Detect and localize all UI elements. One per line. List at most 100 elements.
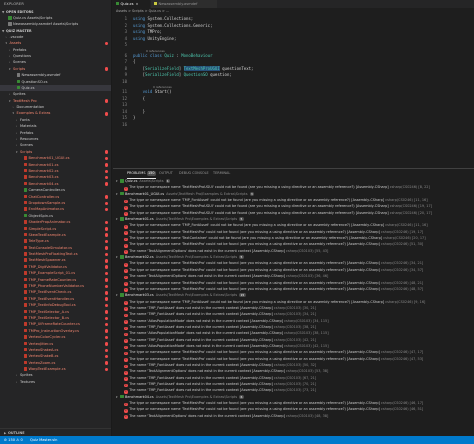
problem-message: The name 'TMP_FontAsset' does not exist … xyxy=(129,337,273,342)
line-number: 2 xyxy=(124,22,127,28)
tree-item-label: Newassembly.asmdef xyxy=(21,73,61,78)
problem-location: [47, 53] xyxy=(409,356,424,361)
tree-item-label: CameraController.cs xyxy=(28,188,65,193)
problem-message: The type or namespace name 'TextMeshProU… xyxy=(129,204,389,209)
error-dot-icon xyxy=(104,233,108,237)
tree-item-label: TextConsoleSimulator.cs xyxy=(28,245,73,250)
tab-output[interactable]: OUTPUT xyxy=(159,169,173,178)
problem-location: [46, 51] xyxy=(409,407,424,412)
tree-item-label: ShaderPropAnimator.cs xyxy=(28,220,71,225)
open-editor-label: Newassembly.asmdef Assets\Scripts xyxy=(13,22,79,27)
tab-quiz-cs[interactable]: Quiz.cs × xyxy=(113,0,150,8)
tree-item-label: SkewTextExample.cs xyxy=(28,232,66,237)
csharp-file-icon xyxy=(23,296,27,301)
error-dot-icon xyxy=(104,169,108,174)
status-bar: ⊘ 150 ⚠ 0 Quiz Master.sln xyxy=(0,436,474,444)
line-number: 8 xyxy=(124,65,127,71)
problem-message: The name 'TextAlignmentOptions' does not… xyxy=(129,274,285,279)
problems-status[interactable]: ⊘ 150 ⚠ 0 xyxy=(4,436,23,444)
code-line: 11 void Start() xyxy=(113,89,474,95)
csharp-file-icon xyxy=(23,322,27,326)
code-token: { xyxy=(133,59,136,64)
tree-item-label: VertexColorCycler.cs xyxy=(28,335,66,340)
tab-terminal[interactable]: TERMINAL xyxy=(213,169,230,178)
solution-status[interactable]: Quiz Master.sln xyxy=(30,436,57,444)
tree-item-label: Prefabs xyxy=(13,47,27,52)
code-editor[interactable]: 1 using System.Collections; 2 using System.… xyxy=(113,15,474,167)
problem-source: csharp(CS0246) xyxy=(389,185,418,190)
error-dot-icon xyxy=(104,201,108,206)
csharp-file-icon xyxy=(23,213,27,218)
problem-source: csharp(CS0246) xyxy=(380,261,409,266)
tree-item-label: TeleType.cs xyxy=(28,239,49,244)
problem-message: The name 'AtlasPopulationMode' does not … xyxy=(129,318,283,323)
tree-item-label: VertexZoom.cs xyxy=(28,360,56,365)
panel-tabs: PROBLEMS 150 OUTPUT DEBUG CONSOLE TERMINA… xyxy=(113,169,474,179)
csharp-file-icon xyxy=(23,226,27,230)
error-dot-icon xyxy=(104,354,108,359)
error-dot-icon xyxy=(104,297,108,301)
close-icon[interactable]: × xyxy=(135,2,138,6)
error-dot-icon xyxy=(104,246,108,250)
code-line: 8 [SerializeField] TextMeshProUGUI quest… xyxy=(113,65,474,72)
tab-debug-console[interactable]: DEBUG CONSOLE xyxy=(179,169,209,178)
csharp-file-icon xyxy=(23,220,27,224)
error-dot-icon xyxy=(104,342,108,346)
problem-message: The type or namespace name 'TextMeshPro'… xyxy=(129,267,380,272)
code-line: 5 xyxy=(113,42,474,48)
problem-message: The type or namespace name 'TMP_FontAsse… xyxy=(129,223,385,228)
tree-item-label: TMP_UiFrameRateCounter.cs xyxy=(28,322,80,327)
open-editor-item[interactable]: Newassembly.asmdef Assets\Scripts xyxy=(0,21,111,27)
error-dot-icon xyxy=(104,227,108,231)
problem-source: csharp(CS0103) xyxy=(286,369,314,374)
tree-item-label: Sprites xyxy=(13,92,26,97)
csharp-file-icon xyxy=(23,175,27,179)
csharp-file-icon xyxy=(16,85,20,90)
problem-count-badge: 1 xyxy=(165,179,171,184)
error-dot-icon xyxy=(104,175,108,180)
editor-tabs: Quiz.cs × Newassembly.asmdef xyxy=(113,0,474,8)
csharp-file-icon xyxy=(116,2,119,5)
csharp-file-icon xyxy=(120,255,124,259)
csharp-file-icon xyxy=(23,347,27,352)
outline-header[interactable]: ▶ OUTLINE xyxy=(0,428,111,436)
folder-item[interactable]: › Textures xyxy=(0,379,111,385)
problem-source: csharp(CS0103) xyxy=(273,312,302,317)
csharp-file-icon xyxy=(23,162,27,167)
csharp-file-icon xyxy=(23,354,27,358)
tree-item-label: Assets xyxy=(9,41,22,46)
problem-file-path: Assets\Scripts xyxy=(139,179,164,183)
error-dot-icon xyxy=(104,259,108,263)
problem-source: csharp(CS0246) xyxy=(385,223,413,228)
problem-location: [20, 17] xyxy=(418,210,432,215)
error-dot-icon xyxy=(104,150,108,154)
tree-item-label: ObjectSpin.cs xyxy=(28,213,54,218)
problem-source: csharp(CS0103) xyxy=(273,382,302,386)
problem-message: The name 'TextAlignmentOptions' does not… xyxy=(129,413,285,418)
problem-source: csharp(CS0246) xyxy=(385,299,413,304)
code-token: ] xyxy=(178,65,184,71)
csharp-file-icon xyxy=(16,79,20,84)
tree-item-label: Materials xyxy=(20,124,37,129)
tree-item-label: DropdownSample.cs xyxy=(28,200,66,205)
csharp-file-icon xyxy=(23,303,27,307)
line-number: 16 xyxy=(122,121,127,127)
tab-newassembly[interactable]: Newassembly.asmdef xyxy=(151,0,217,8)
error-dot-icon xyxy=(104,239,108,244)
problem-location: [38, 115] xyxy=(312,331,329,336)
problem-message: The name 'TMP_FontAsset' does not exist … xyxy=(129,312,273,317)
problem-row[interactable]: × The name 'TextAlignmentOptions' does no… xyxy=(113,413,474,419)
tree-item-label: Scripts xyxy=(13,66,26,71)
csharp-file-icon xyxy=(23,284,27,288)
breadcrumb[interactable]: Assets > Scripts > Quiz.cs > ... xyxy=(113,8,474,15)
code-token: using xyxy=(133,16,148,21)
csharp-file-icon xyxy=(23,245,27,250)
tree-item-label: Sprites xyxy=(20,373,33,378)
csharp-file-icon xyxy=(23,181,27,186)
tree-item-label: Resources xyxy=(20,137,39,142)
tree-item-label: Textures xyxy=(20,379,36,384)
problem-file-name: Quiz.cs xyxy=(125,179,138,183)
problem-location: [70, 21] xyxy=(302,382,317,386)
code-token: void xyxy=(142,89,155,94)
line-number: 12 xyxy=(122,95,127,101)
